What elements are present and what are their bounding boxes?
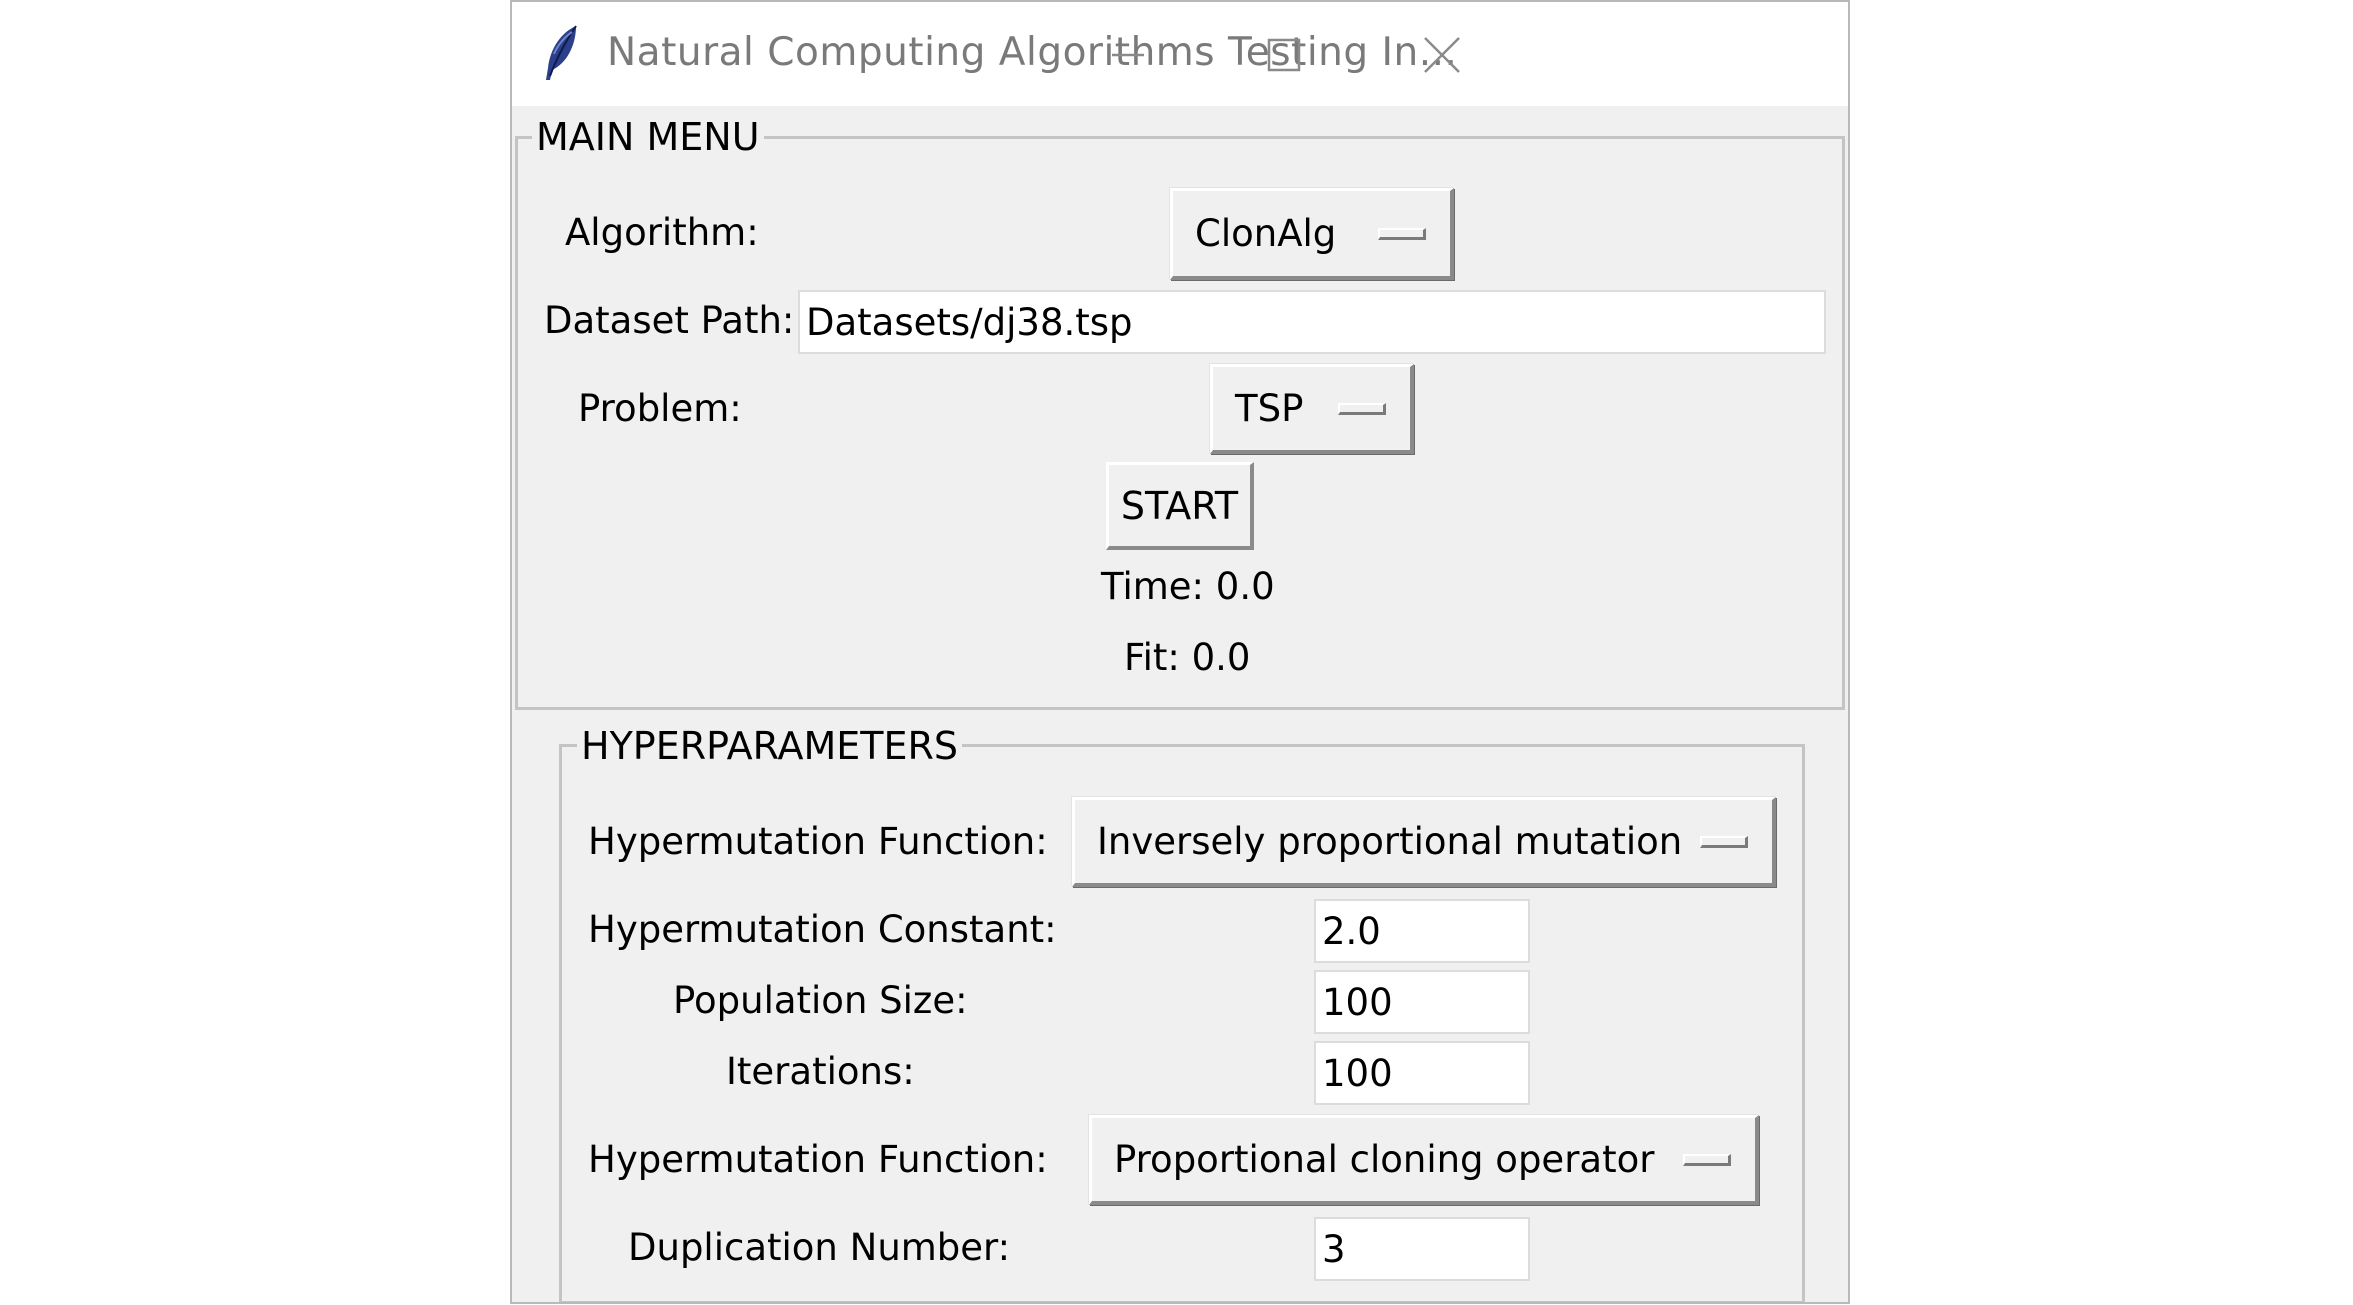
start-button[interactable]: START [1106, 462, 1254, 550]
hypermutation-constant-input[interactable]: 2.0 [1314, 899, 1530, 963]
population-size-input[interactable]: 100 [1314, 970, 1530, 1034]
hyperparameters-label: HYPERPARAMETERS [577, 724, 962, 768]
hypermutation-function-value: Inversely proportional mutation [1097, 820, 1683, 863]
iterations-label: Iterations: [726, 1050, 915, 1093]
close-icon[interactable] [1407, 22, 1477, 86]
duplication-number-input[interactable]: 3 [1314, 1217, 1530, 1281]
time-readout: Time: 0.0 [1101, 565, 1275, 608]
window-title: Natural Computing Algorithms Testing In.… [607, 30, 1458, 75]
iterations-input[interactable]: 100 [1314, 1041, 1530, 1105]
algorithm-value: ClonAlg [1195, 212, 1337, 255]
cloning-function-label: Hypermutation Function: [588, 1138, 1048, 1181]
problem-label: Problem: [578, 387, 742, 430]
hypermutation-function-label: Hypermutation Function: [588, 820, 1048, 863]
minimize-icon[interactable] [1092, 22, 1162, 86]
hypermutation-constant-label: Hypermutation Constant: [588, 908, 1057, 951]
maximize-icon[interactable] [1249, 22, 1319, 86]
app-window: Natural Computing Algorithms Testing In.… [510, 0, 1850, 1304]
problem-select[interactable]: TSP [1210, 364, 1414, 454]
dataset-path-input[interactable]: Datasets/dj38.tsp [798, 290, 1826, 354]
fit-readout: Fit: 0.0 [1124, 636, 1251, 679]
hypermutation-function-select[interactable]: Inversely proportional mutation [1072, 797, 1776, 887]
menu-indicator-icon [1378, 228, 1426, 240]
menu-indicator-icon [1683, 1154, 1731, 1166]
algorithm-label: Algorithm: [565, 211, 759, 254]
cloning-function-value: Proportional cloning operator [1114, 1138, 1655, 1181]
menu-indicator-icon [1338, 403, 1386, 415]
algorithm-select[interactable]: ClonAlg [1170, 188, 1454, 280]
population-size-label: Population Size: [673, 979, 968, 1022]
problem-value: TSP [1235, 387, 1304, 430]
feather-icon [542, 24, 582, 84]
duplication-number-label: Duplication Number: [628, 1226, 1011, 1269]
title-bar: Natural Computing Algorithms Testing In.… [512, 2, 1848, 106]
main-menu-label: MAIN MENU [532, 115, 764, 159]
cloning-function-select[interactable]: Proportional cloning operator [1089, 1115, 1759, 1205]
menu-indicator-icon [1700, 836, 1748, 848]
dataset-path-label: Dataset Path: [544, 299, 795, 342]
